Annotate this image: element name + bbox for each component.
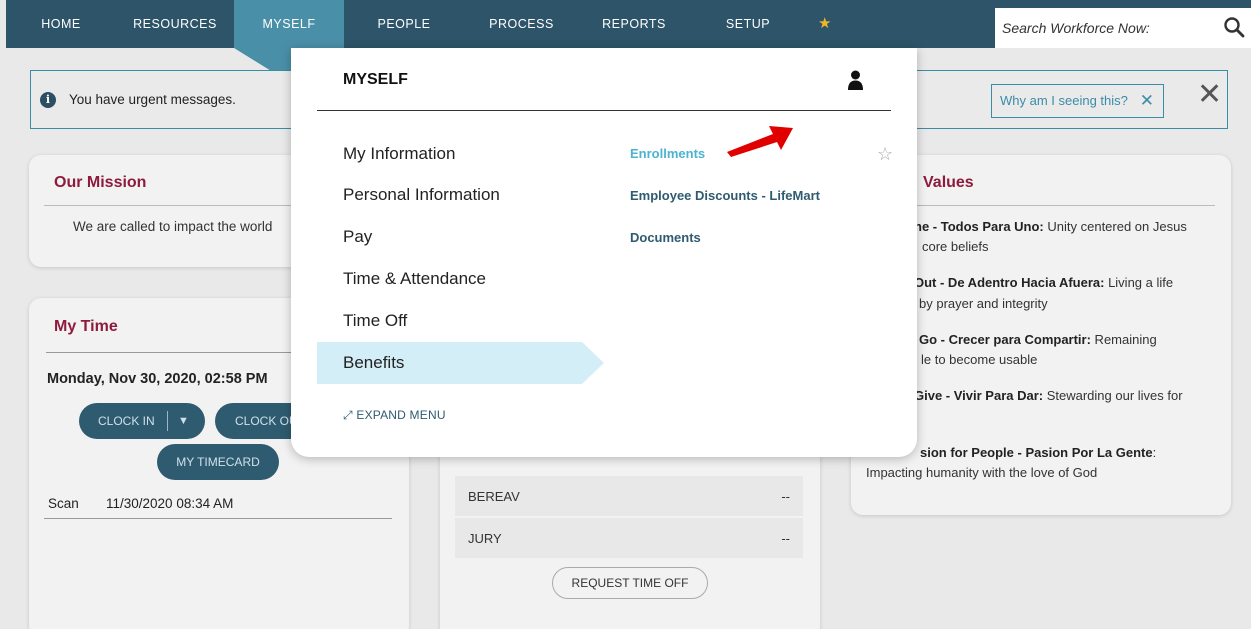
alert-message[interactable]: You have urgent messages. [69,92,236,107]
value-desc: : [1152,445,1157,460]
top-nav-bar: HOME RESOURCES MYSELF PEOPLE PROCESS REP… [0,0,1251,48]
value-desc: Remaining [1090,332,1157,347]
value-desc: Impacting humanity with the love of God [866,465,1098,480]
value-name: Go - Crecer para Compartir: [919,332,1091,347]
value-line: Out - De Adentro Hacia Afuera: Living a … [914,275,1173,290]
row-label: BEREAV [468,489,520,504]
menu-item-time-off[interactable]: Time Off [343,311,407,331]
favorite-star-icon[interactable]: ☆ [877,144,893,165]
mission-title: Our Mission [54,174,147,191]
nav-process[interactable]: PROCESS [464,0,579,48]
value-line: le to become usable [921,352,1037,367]
value-line: ne - Todos Para Uno: Unity centered on J… [914,219,1187,234]
my-timecard-button[interactable]: MY TIMECARD [157,444,279,480]
value-line: Go - Crecer para Compartir: Remaining [919,332,1157,347]
row-value: -- [781,489,790,504]
value-line: core beliefs [922,239,988,254]
value-line: sion for People - Pasion Por La Gente: [920,445,1156,460]
table-row: JURY -- [455,518,803,558]
person-icon [848,70,863,90]
value-name: Out - De Adentro Hacia Afuera: [914,275,1105,290]
clock-in-label: CLOCK IN [98,414,155,428]
menu-item-benefits[interactable]: Benefits [343,353,404,373]
punch-type: Scan [48,496,79,511]
expand-menu-label: EXPAND MENU [356,408,446,422]
value-name: sion for People - Pasion Por La Gente [920,445,1153,460]
clock-in-button[interactable]: CLOCK IN ▼ [79,403,205,439]
mission-text: We are called to impact the world [73,219,273,234]
divider [317,110,891,111]
close-icon[interactable]: ✕ [1140,85,1154,117]
value-desc: le to become usable [921,352,1038,367]
nav-reports[interactable]: REPORTS [579,0,689,48]
divider [865,205,1215,206]
annotation-arrow-icon [727,126,793,157]
row-label: JURY [468,531,502,546]
submenu-enrollments[interactable]: Enrollments [630,146,705,161]
search-icon[interactable] [1223,16,1245,38]
value-line: by prayer and integrity [919,296,1048,311]
mission-card: Our Mission We are called to impact the … [29,155,309,267]
submenu-employee-discounts[interactable]: Employee Discounts - LifeMart [630,188,820,203]
table-row: BEREAV -- [455,476,803,516]
value-desc: Living a life [1104,275,1174,290]
divider [44,205,304,206]
menu-item-time-attendance[interactable]: Time & Attendance [343,269,486,289]
search-input[interactable] [995,20,1210,36]
values-title: Values [923,174,974,191]
alert-close-icon[interactable]: ✕ [1197,77,1222,112]
chevron-down-icon[interactable]: ▼ [178,403,189,439]
expand-menu-link[interactable]: ⤢ EXPAND MENU [343,408,446,423]
value-name: Give - Vivir Para Dar: [914,388,1044,403]
why-label: Why am I seeing this? [1000,93,1128,108]
divider [167,411,168,431]
nav-home[interactable]: HOME [6,0,116,48]
current-datetime: Monday, Nov 30, 2020, 02:58 PM [47,371,268,387]
info-icon: i [40,92,56,108]
value-desc: core beliefs [922,239,989,254]
search-box [995,8,1251,48]
time-off-card: BEREAV -- JURY -- REQUEST TIME OFF [440,440,820,629]
my-time-title: My Time [54,318,118,335]
menu-title: MYSELF [343,71,408,88]
nav-setup[interactable]: SETUP [689,0,807,48]
nav-myself[interactable]: MYSELF [234,0,344,48]
myself-dropdown-menu: MYSELF My Information Personal Informati… [291,48,917,457]
row-value: -- [781,531,790,546]
punch-time: 11/30/2020 08:34 AM [106,496,234,511]
nav-resources[interactable]: RESOURCES [116,0,234,48]
menu-item-pay[interactable]: Pay [343,227,372,247]
value-desc: by prayer and integrity [919,296,1048,311]
nav-people[interactable]: PEOPLE [344,0,464,48]
submenu-documents[interactable]: Documents [630,230,701,245]
request-time-off-button[interactable]: REQUEST TIME OFF [552,567,708,599]
divider [44,518,392,519]
value-desc: Stewarding our lives for [1043,388,1183,403]
menu-item-personal-information[interactable]: Personal Information [343,185,500,205]
expand-icon: ⤢ [343,408,353,422]
favorites-star-icon[interactable]: ★ [818,0,831,48]
value-line: Give - Vivir Para Dar: Stewarding our li… [914,388,1183,403]
value-name: ne - Todos Para Uno: [914,219,1044,234]
why-seeing-this-button[interactable]: Why am I seeing this? ✕ [991,84,1164,118]
value-desc: Unity centered on Jesus [1043,219,1187,234]
menu-item-my-information[interactable]: My Information [343,144,455,164]
value-line: Impacting humanity with the love of God [866,465,1097,480]
